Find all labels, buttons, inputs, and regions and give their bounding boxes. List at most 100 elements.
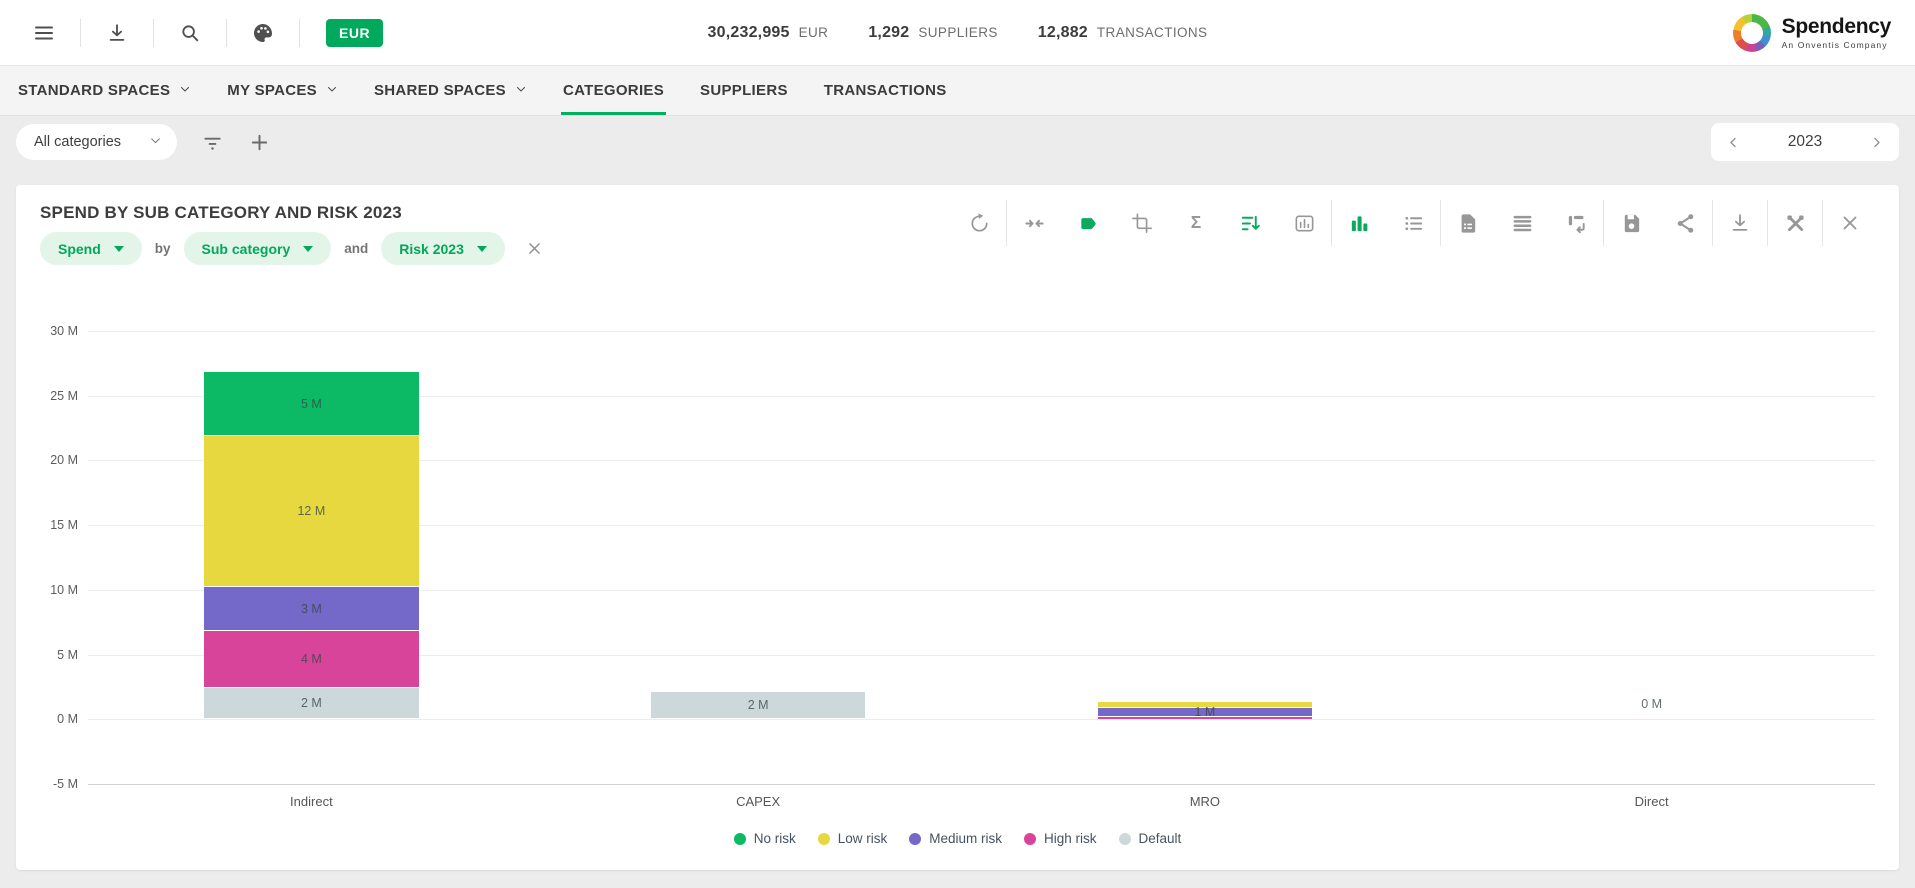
y-tick-label: 0 M — [57, 712, 78, 726]
collapse-icon[interactable] — [1007, 212, 1061, 235]
legend-dot — [1119, 833, 1131, 845]
bar-value-label: 0 M — [1428, 697, 1875, 711]
measure-chip-label: Spend — [58, 241, 101, 257]
nav-tabs: STANDARD SPACES MY SPACES SHARED SPACES CAT… — [0, 66, 1915, 116]
caret-down-icon — [303, 246, 313, 252]
close-icon[interactable] — [1823, 212, 1877, 234]
share-icon[interactable] — [1658, 212, 1712, 235]
bar-segment-low-risk[interactable]: 12 M — [204, 436, 418, 586]
tab-label: SHARED SPACES — [374, 82, 506, 99]
chart-legend: No risk Low risk Medium risk High risk Defau… — [40, 831, 1875, 846]
tab-categories[interactable]: CATEGORIES — [563, 66, 664, 115]
y-tick-label: 10 M — [50, 583, 78, 597]
tab-standard-spaces[interactable]: STANDARD SPACES — [18, 66, 191, 115]
dimension-chip-label: Sub category — [202, 241, 291, 257]
legend-label: Default — [1139, 831, 1182, 846]
add-chart-button[interactable] — [248, 131, 271, 154]
spendency-ring-icon — [1733, 14, 1771, 52]
y-axis: 30 M25 M20 M15 M10 M5 M0 M-5 M — [40, 331, 88, 784]
crop-icon[interactable] — [1115, 212, 1169, 234]
save-icon[interactable] — [1604, 212, 1658, 235]
chevron-down-icon — [179, 82, 191, 99]
kpi-label: TRANSACTIONS — [1097, 25, 1208, 40]
x-axis-label: CAPEX — [535, 794, 982, 809]
bar-segment-default[interactable]: 2 M — [204, 688, 418, 718]
legend-item-low-risk[interactable]: Low risk — [818, 831, 888, 846]
search-icon[interactable] — [154, 22, 226, 44]
bar-value-label: 4 M — [301, 652, 322, 666]
bar-value-label: 2 M — [301, 696, 322, 710]
bar-segment-low-risk[interactable] — [1098, 702, 1312, 707]
menu-icon[interactable] — [8, 21, 80, 45]
divider — [299, 19, 300, 47]
tag-icon[interactable] — [1061, 212, 1115, 235]
brand-tagline: An Onventis Company — [1782, 40, 1891, 50]
plot-area: 2 M 4 M 3 M 12 M 5 M 2 M 1 M 0 M — [88, 331, 1875, 784]
kpi-value: 12,882 — [1038, 24, 1088, 42]
chevron-down-icon — [515, 82, 527, 99]
kpi-stats: 30,232,995EUR1,292SUPPLIERS12,882TRANSAC… — [708, 24, 1208, 42]
chevron-right-icon[interactable] — [1869, 135, 1884, 150]
rows-icon[interactable] — [1495, 212, 1549, 235]
tab-label: MY SPACES — [227, 82, 317, 99]
report-icon[interactable] — [1441, 212, 1495, 235]
bar-segment-default[interactable]: 2 M — [651, 692, 865, 718]
legend-item-medium-risk[interactable]: Medium risk — [909, 831, 1002, 846]
tab-my-spaces[interactable]: MY SPACES — [227, 66, 338, 115]
and-label: and — [344, 241, 368, 256]
tab-suppliers[interactable]: SUPPLIERS — [700, 66, 788, 115]
refresh-icon[interactable] — [952, 212, 1006, 235]
tab-shared-spaces[interactable]: SHARED SPACES — [374, 66, 527, 115]
year-value: 2023 — [1788, 133, 1822, 151]
year-selector: 2023 — [1711, 123, 1899, 161]
kpi-label: EUR — [799, 25, 829, 40]
measure-chip[interactable]: Spend — [40, 232, 142, 265]
currency-badge[interactable]: EUR — [326, 19, 383, 47]
legend-item-high-risk[interactable]: High risk — [1024, 831, 1097, 846]
filter-icon[interactable] — [201, 131, 224, 154]
legend-dot — [734, 833, 746, 845]
plot-wrap: 30 M25 M20 M15 M10 M5 M0 M-5 M 2 M 4 M 3 M… — [40, 331, 1875, 784]
legend-label: Medium risk — [929, 831, 1002, 846]
tools-icon[interactable] — [1768, 212, 1822, 235]
legend-item-no-risk[interactable]: No risk — [734, 831, 796, 846]
bar-segment-medium-risk[interactable]: 3 M — [204, 587, 418, 630]
list-icon[interactable] — [1386, 212, 1440, 235]
chart-box-icon[interactable] — [1277, 212, 1331, 235]
chevron-down-icon — [149, 134, 162, 151]
legend-dot — [818, 833, 830, 845]
legend-item-default[interactable]: Default — [1119, 831, 1182, 846]
y-tick-label: -5 M — [53, 777, 78, 791]
bar-value-label: 2 M — [748, 698, 769, 712]
kpi-stat: 12,882 TRANSACTIONS — [1038, 24, 1208, 42]
bar-value-label: 1 M — [1194, 705, 1215, 719]
topbar-icon-group — [8, 0, 300, 65]
download-icon[interactable] — [81, 22, 153, 44]
legend-label: High risk — [1044, 831, 1097, 846]
bar-value-label: 12 M — [297, 504, 325, 518]
pivot-icon[interactable] — [1549, 212, 1603, 235]
sigma-icon[interactable]: Σ — [1169, 212, 1223, 234]
sort-icon[interactable] — [1223, 212, 1277, 235]
kpi-stat: 1,292SUPPLIERS — [868, 24, 997, 42]
x-axis-labels: IndirectCAPEXMRODirect — [88, 794, 1875, 809]
remove-series-icon[interactable] — [526, 240, 543, 257]
filter-bar: All categories 2023 — [0, 116, 1915, 168]
bar-segment-medium-risk[interactable]: 1 M — [1098, 708, 1312, 716]
bar-segment-high-risk[interactable]: 4 M — [204, 631, 418, 687]
bar-segment-no-risk[interactable]: 5 M — [204, 372, 418, 434]
tab-transactions[interactable]: TRANSACTIONS — [824, 66, 947, 115]
bar-chart-icon[interactable] — [1332, 212, 1386, 235]
gridline — [88, 784, 1875, 785]
dimension-chip[interactable]: Sub category — [184, 232, 332, 265]
brand-logo: Spendency An Onventis Company — [1733, 14, 1891, 52]
chevron-down-icon — [326, 82, 338, 99]
chart-card: SPEND BY SUB CATEGORY AND RISK 2023 Spen… — [16, 185, 1899, 870]
download-icon[interactable] — [1713, 212, 1767, 234]
category-select[interactable]: All categories — [16, 124, 177, 160]
chevron-left-icon[interactable] — [1726, 135, 1741, 150]
legend-dot — [909, 833, 921, 845]
palette-icon[interactable] — [227, 21, 299, 45]
series-chip[interactable]: Risk 2023 — [381, 232, 505, 265]
tab-label: STANDARD SPACES — [18, 82, 170, 99]
